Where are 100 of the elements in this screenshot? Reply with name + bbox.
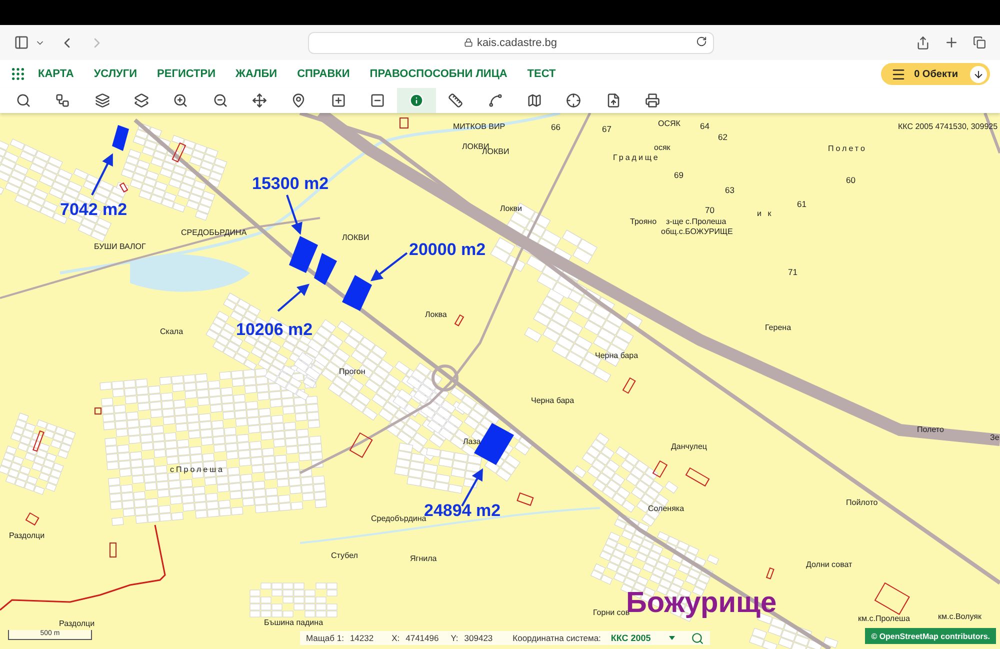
marked-parcel [622,377,636,394]
objects-button[interactable]: 0 Обекти [881,63,990,85]
marked-parcel [349,432,373,458]
marked-parcel [874,582,910,615]
marked-parcel [454,314,464,326]
scale-label: Мащаб 1: [306,633,344,643]
place-label: Стубел [331,551,358,560]
polygon-icon [488,93,503,108]
place-label: 67 [602,125,612,134]
nodes-icon [55,93,70,108]
place-label: з-ще с.Пролеша [666,217,726,226]
area-label: 10206 m2 [236,321,313,339]
place-label: 61 [797,200,806,209]
search-icon[interactable] [690,632,704,644]
arrow [91,153,113,196]
nav-link[interactable]: ЖАЛБИ [236,68,278,80]
place-label: Бъшина падина [264,618,324,627]
crosshair-icon [566,93,582,108]
arrow [286,194,302,235]
place-label: СРЕДОБЬРДИНА [181,228,247,237]
info-icon [409,93,424,108]
scale-value: 14232 [350,633,374,643]
nav-link[interactable]: УСЛУГИ [94,68,138,80]
place-label: 66 [551,123,560,132]
x-value: 4741496 [406,633,439,643]
place-label: Зе [990,433,1000,442]
sidebar-icon[interactable] [14,35,29,50]
place-label: Лаза [463,437,481,446]
arrow [277,284,310,312]
place-label: км.с.Волуяк [938,612,982,621]
place-label: 62 [718,133,728,142]
layers-icon [94,93,110,108]
place-label: ЛОКВИ [482,147,510,156]
marked-parcel [766,567,774,580]
url-text: kais.cadastre.bg [476,36,558,48]
place-label: Пойлото [846,498,878,507]
address-bar[interactable]: kais.cadastre.bg [308,32,714,54]
y-label: Y: [450,633,458,643]
place-label: км.с.Пролеша [858,614,910,623]
plus-icon[interactable] [944,35,959,50]
menu-icon [891,66,906,82]
marked-parcel [110,542,116,558]
marked-parcel [652,460,668,478]
arrow-down-icon [970,66,987,82]
apps-grid-icon[interactable] [10,66,26,82]
share-icon[interactable] [916,36,930,50]
place-label: Полето [917,425,944,434]
marked-parcel [25,512,40,526]
zoom-in-icon [173,93,188,108]
place-label: Данчулец [671,442,707,451]
parcel-shape [314,253,337,285]
place-label: и к [757,209,774,218]
place-label: Герена [765,323,792,332]
place-label: сПролеша [170,465,224,474]
map-icon [527,93,542,108]
printer-icon [644,93,660,108]
marked-parcel [172,142,186,163]
place-label: ККС 2005 4741530, 309925 [898,122,998,131]
place-label: 60 [846,176,856,185]
reload-icon[interactable] [696,36,706,46]
marked-parcel [94,408,102,414]
lock-icon [464,38,473,47]
place-label: 71 [788,268,798,277]
map-pin-icon [291,93,306,108]
attribution: © OpenStreetMap contributors. [865,628,996,644]
place-label: 69 [674,171,684,180]
place-label: Локва [425,310,447,319]
place-label: 70 [705,206,714,215]
nav-link[interactable]: РЕГИСТРИ [157,68,216,80]
area-label: 20000 m2 [409,241,486,259]
place-label: Средобърдина [371,514,426,523]
area-label: 7042 m2 [60,201,128,219]
roundabout [432,364,458,392]
nav-link[interactable]: ТЕСТ [527,68,556,80]
nav-link[interactable]: ПРАВОСПОСОБНИ ЛИЦА [370,68,508,80]
place-label: Раздолци [59,619,95,628]
area-label: 15300 m2 [252,175,329,193]
crs-dropdown[interactable]: ККС 2005 [606,633,679,643]
caret-icon [668,636,675,640]
marked-parcel [516,492,534,506]
place-label: Прогон [339,367,366,376]
marked-parcel [119,182,128,193]
layers-icon [134,93,150,108]
marked-parcel [685,467,710,487]
arrow [370,252,408,282]
marked-parcel [400,118,408,128]
tabs-icon[interactable] [973,36,986,49]
place-label: Градище [613,153,660,162]
nav-link[interactable]: СПРАВКИ [297,68,350,80]
place-label: Раздолци [9,531,45,540]
place-label: Локви [500,204,522,213]
marked-parcel [32,430,44,452]
nav-link[interactable]: КАРТА [38,68,74,80]
tool-button[interactable] [396,88,436,113]
place-label: 64 [700,122,710,131]
place-label: Черна бара [531,396,574,405]
place-label: БУШИ ВАЛОГ [94,242,146,251]
parcel-shape [112,125,129,151]
place-label: общ.с.БОЖУРИЩЕ [661,227,733,236]
parcel-shape [289,236,318,273]
